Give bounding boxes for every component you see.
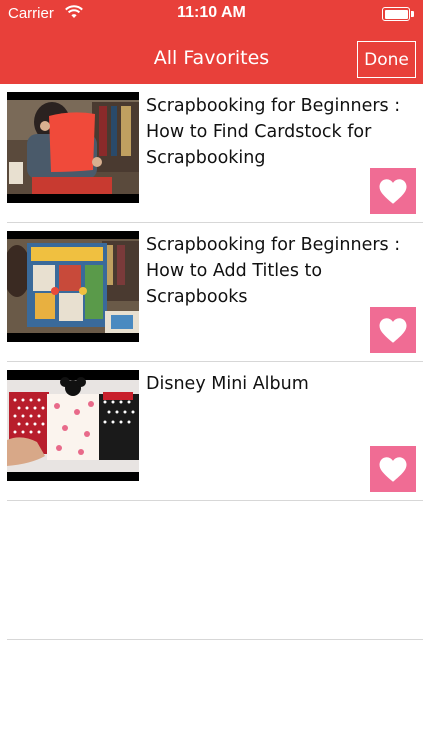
battery-icon bbox=[382, 7, 414, 21]
heart-icon bbox=[379, 317, 407, 343]
favorite-button[interactable] bbox=[370, 307, 416, 353]
favorite-button[interactable] bbox=[370, 168, 416, 214]
list-item[interactable]: Scrapbooking for Beginners : How to Add … bbox=[0, 223, 423, 362]
list-item[interactable]: Disney Mini Album bbox=[0, 362, 423, 501]
navigation-header: Carrier 11:10 AM All Favorites Done bbox=[0, 0, 423, 84]
video-title[interactable]: Scrapbooking for Beginners : How to Add … bbox=[146, 232, 418, 310]
status-bar: Carrier 11:10 AM bbox=[0, 0, 423, 28]
video-thumbnail[interactable] bbox=[7, 231, 139, 342]
heart-icon bbox=[379, 456, 407, 482]
video-title[interactable]: Scrapbooking for Beginners : How to Find… bbox=[146, 93, 418, 171]
list-item[interactable]: Scrapbooking for Beginners : How to Find… bbox=[0, 84, 423, 223]
empty-row bbox=[0, 501, 423, 640]
video-title[interactable]: Disney Mini Album bbox=[146, 371, 418, 397]
video-thumbnail[interactable] bbox=[7, 370, 139, 481]
heart-icon bbox=[379, 178, 407, 204]
done-button[interactable]: Done bbox=[357, 41, 416, 78]
favorites-list: Scrapbooking for Beginners : How to Find… bbox=[0, 84, 423, 640]
video-thumbnail[interactable] bbox=[7, 92, 139, 203]
clock: 11:10 AM bbox=[177, 4, 246, 21]
favorite-button[interactable] bbox=[370, 446, 416, 492]
